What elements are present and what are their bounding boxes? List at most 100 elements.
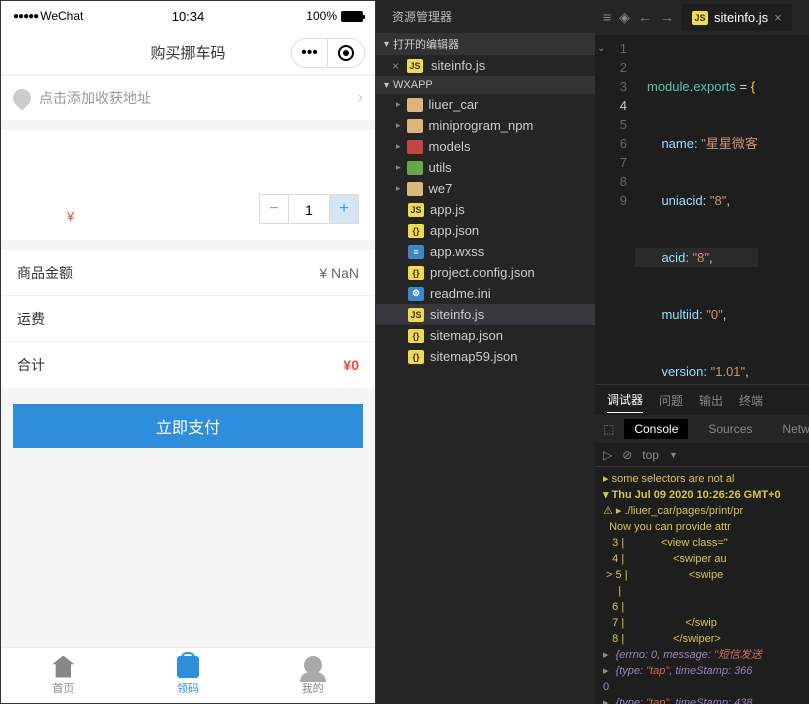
console-line: ▸ {type: "tap", timeStamp: 438	[603, 695, 801, 704]
tool-console[interactable]: Console	[624, 419, 688, 439]
capsule-more-button[interactable]: •••	[292, 39, 328, 67]
console-line: 8 | </swiper>	[603, 631, 801, 647]
price-symbol: ¥	[67, 209, 74, 224]
address-selector[interactable]: 点击添加收获地址 ›	[1, 76, 375, 120]
tree-item-app-wxss[interactable]: ≡app.wxss	[376, 241, 595, 262]
tool-network[interactable]: Netwo	[772, 419, 809, 439]
play-icon[interactable]: ▷	[603, 448, 612, 462]
tab-code[interactable]: 领码	[126, 648, 251, 703]
chevron-right-icon: ›	[358, 89, 363, 107]
ini-icon: ⚙	[408, 287, 424, 301]
console-line: ▸ some selectors are not al	[603, 471, 801, 487]
user-icon	[304, 656, 322, 674]
tree-item-models[interactable]: models	[376, 136, 595, 157]
bookmark-icon[interactable]: ◈	[619, 9, 630, 26]
file-explorer: 资源管理器 打开的编辑器 × JS siteinfo.js WXAPP liue…	[376, 0, 595, 704]
back-icon[interactable]: ←	[638, 9, 652, 26]
folder-icon	[407, 119, 423, 133]
tree-item-project-config-json[interactable]: {}project.config.json	[376, 262, 595, 283]
capsule-close-button[interactable]	[328, 39, 364, 67]
close-icon[interactable]: ×	[392, 59, 399, 73]
inspect-icon[interactable]: ⬚	[603, 422, 614, 436]
code-icon	[177, 656, 199, 678]
tool-sources[interactable]: Sources	[698, 419, 762, 439]
js-icon: JS	[408, 308, 424, 322]
qty-plus-button[interactable]: +	[329, 194, 359, 224]
code-editor[interactable]: ⌄ 1 2 3 4 5 6 7 8 9 module.exports = { n…	[595, 35, 809, 384]
js-file-icon: JS	[407, 59, 423, 73]
editor-tab-siteinfo[interactable]: JS siteinfo.js ×	[682, 4, 792, 31]
total-label: 合计	[17, 355, 45, 375]
console-line: 6 |	[603, 599, 801, 615]
json-icon: {}	[408, 224, 424, 238]
tree-item-liuer_car[interactable]: liuer_car	[376, 94, 595, 115]
project-root-section[interactable]: WXAPP	[376, 76, 595, 94]
capsule-menu: •••	[291, 38, 365, 68]
console-line: Now you can provide attr	[603, 519, 801, 535]
amount-label: 商品金额	[17, 263, 73, 283]
console-output[interactable]: ▸ some selectors are not al ▾ Thu Jul 09…	[595, 467, 809, 704]
tree-item-app-json[interactable]: {}app.json	[376, 220, 595, 241]
tree-item-siteinfo-js[interactable]: JSsiteinfo.js	[376, 304, 595, 325]
tab-mine[interactable]: 我的	[250, 648, 375, 703]
console-line: ▸ {errno: 0, message: "短信发送	[603, 647, 801, 663]
bottom-panel: 调试器 问题 输出 终端 ⬚ Console Sources Netwo ▷ ⊘…	[595, 384, 809, 704]
battery-icon	[341, 11, 363, 22]
qty-value: 1	[289, 194, 329, 224]
tree-item-miniprogram_npm[interactable]: miniprogram_npm	[376, 115, 595, 136]
tree-item-sitemap59-json[interactable]: {}sitemap59.json	[376, 346, 595, 367]
console-line: 3 | <view class="	[603, 535, 801, 551]
tab-output[interactable]: 输出	[699, 388, 723, 413]
tab-issues[interactable]: 问题	[659, 388, 683, 413]
devtools-toolbar: ⬚ Console Sources Netwo	[595, 415, 809, 443]
page-title: 购买挪车码	[150, 42, 225, 63]
file-tree: liuer_carminiprogram_npmmodelsutilswe7JS…	[376, 94, 595, 367]
json-icon: {}	[408, 350, 424, 364]
location-icon	[9, 85, 34, 110]
tab-home[interactable]: 首页	[1, 648, 126, 703]
console-line: 0	[603, 679, 801, 695]
tree-item-utils[interactable]: utils	[376, 157, 595, 178]
battery-percent: 100%	[306, 9, 337, 23]
summary-row-amount: 商品金额 ¥ NaN	[1, 250, 375, 296]
summary-row-total: 合计 ¥0	[1, 342, 375, 388]
console-line: ⚠ ▸ ./liuer_car/pages/print/pr	[603, 503, 801, 519]
dropdown-icon[interactable]: ▼	[669, 450, 678, 460]
code-content: module.exports = { name: "星星微客 uniacid: …	[635, 35, 758, 384]
shipping-label: 运费	[17, 309, 45, 329]
order-summary: 商品金额 ¥ NaN 运费 合计 ¥0	[1, 250, 375, 388]
tab-terminal[interactable]: 终端	[739, 388, 763, 413]
target-icon	[338, 45, 354, 61]
tab-debugger[interactable]: 调试器	[607, 387, 643, 413]
clear-icon[interactable]: ⊘	[622, 448, 632, 462]
folder-red-icon	[407, 140, 423, 154]
tree-item-app-js[interactable]: JSapp.js	[376, 199, 595, 220]
nav-bar: 购买挪车码 •••	[1, 31, 375, 75]
json-icon: {}	[408, 266, 424, 280]
quantity-stepper: − 1 +	[259, 194, 359, 224]
folder-icon	[407, 98, 423, 112]
context-selector[interactable]: top	[642, 448, 659, 462]
fold-icon[interactable]: ⌄	[597, 39, 605, 58]
status-time: 10:34	[172, 9, 205, 24]
open-editor-item[interactable]: × JS siteinfo.js	[376, 55, 595, 76]
summary-row-shipping: 运费	[1, 296, 375, 342]
tree-item-readme-ini[interactable]: ⚙readme.ini	[376, 283, 595, 304]
folder-icon	[407, 182, 423, 196]
close-icon[interactable]: ×	[774, 10, 782, 25]
tree-item-we7[interactable]: we7	[376, 178, 595, 199]
wxss-icon: ≡	[408, 245, 424, 259]
home-icon	[52, 656, 74, 678]
qty-minus-button[interactable]: −	[259, 194, 289, 224]
tree-item-sitemap-json[interactable]: {}sitemap.json	[376, 325, 595, 346]
js-icon: JS	[408, 203, 424, 217]
pay-button[interactable]: 立即支付	[13, 404, 363, 448]
list-icon[interactable]: ≡	[603, 9, 611, 26]
open-editors-section[interactable]: 打开的编辑器	[376, 33, 595, 55]
console-line: |	[603, 583, 801, 599]
product-card: ¥ − 1 +	[1, 130, 375, 240]
console-line: > 5 | <swipe	[603, 567, 801, 583]
line-gutter: ⌄ 1 2 3 4 5 6 7 8 9	[595, 35, 635, 384]
console-filter-bar: ▷ ⊘ top ▼	[595, 443, 809, 467]
forward-icon[interactable]: →	[660, 9, 674, 26]
